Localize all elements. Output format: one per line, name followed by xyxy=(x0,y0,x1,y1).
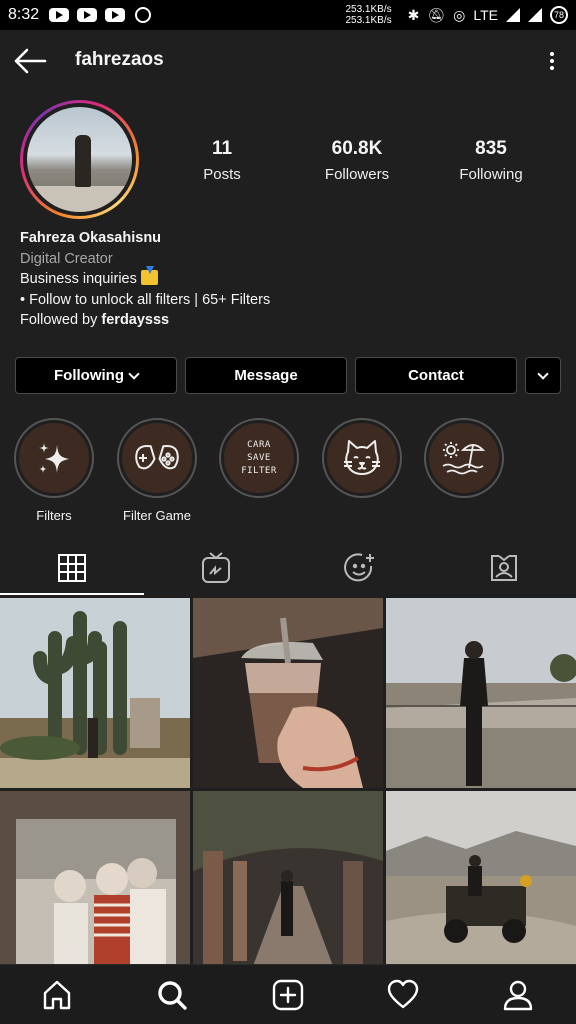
cat-icon xyxy=(344,440,380,475)
stat-label: Following xyxy=(459,166,523,183)
add-icon xyxy=(272,979,304,1011)
bottom-navigation xyxy=(0,964,576,1024)
post-thumbnail[interactable] xyxy=(386,791,576,966)
tab-tagged[interactable] xyxy=(432,540,576,596)
stat-label: Followers xyxy=(324,166,390,183)
highlight-filters[interactable]: Filters xyxy=(14,418,94,523)
avatar-image xyxy=(27,107,132,212)
nav-search[interactable] xyxy=(154,977,190,1013)
highlight-cara-save-filter[interactable]: CARA SAVE FILTER xyxy=(219,418,299,508)
nav-activity[interactable] xyxy=(385,977,421,1013)
chevron-down-icon xyxy=(537,367,549,380)
stat-label: Posts xyxy=(203,166,241,183)
mute-icon: 🔕︎ xyxy=(427,6,446,23)
youtube-icon xyxy=(49,8,70,22)
tagged-icon xyxy=(491,555,517,581)
highlight-cover-text: CARA SAVE FILTER xyxy=(241,439,277,476)
more-options-button[interactable] xyxy=(542,48,562,74)
whatsapp-icon xyxy=(135,7,152,23)
post-image xyxy=(386,598,576,788)
battery-icon: 78 xyxy=(550,6,568,24)
search-icon xyxy=(158,981,187,1010)
followed-by[interactable]: Followed by ferdaysss xyxy=(20,310,270,331)
post-image xyxy=(386,791,576,966)
profile-username: fahrezaos xyxy=(75,49,164,70)
status-time: 8:32 xyxy=(8,6,40,23)
stat-value: 11 xyxy=(211,138,233,159)
suggested-dropdown-button[interactable] xyxy=(525,357,561,394)
status-bar: 8:32 253.1KB/s 253.1KB/s ✱ 🔕︎ ◎ LTE 78 xyxy=(0,0,576,30)
highlight-beach[interactable] xyxy=(424,418,504,508)
post-image xyxy=(0,791,190,966)
highlight-cat[interactable] xyxy=(322,418,402,508)
speed-up: 253.1KB/s xyxy=(345,4,392,15)
hotspot-icon: ◎ xyxy=(453,6,466,23)
post-thumbnail[interactable] xyxy=(193,598,383,788)
effects-icon xyxy=(344,553,374,582)
top-bar: fahrezaos xyxy=(0,30,576,92)
gamepad-icon xyxy=(135,444,179,470)
profile-icon xyxy=(503,980,533,1011)
followers-count[interactable]: 60.8K Followers xyxy=(297,138,417,183)
nav-profile[interactable] xyxy=(500,977,536,1013)
youtube-icon xyxy=(77,8,98,22)
more-dot xyxy=(550,66,554,70)
grid-icon xyxy=(58,554,86,582)
network-speed: 253.1KB/s 253.1KB/s xyxy=(345,4,391,26)
tab-effects[interactable] xyxy=(288,540,432,596)
more-dot xyxy=(550,52,554,56)
bio-line: • Follow to unlock all filters | 65+ Fil… xyxy=(20,291,271,308)
youtube-icon xyxy=(105,8,126,22)
post-thumbnail[interactable] xyxy=(193,791,383,966)
post-thumbnail[interactable] xyxy=(0,791,190,966)
stat-value: 60.8K xyxy=(331,138,383,159)
following-button[interactable]: Following xyxy=(15,357,177,394)
post-thumbnail[interactable] xyxy=(386,598,576,788)
chevron-down-icon xyxy=(128,367,140,380)
back-arrow-icon xyxy=(14,48,47,74)
stat-value: 835 xyxy=(475,138,507,159)
signal-icon xyxy=(506,8,520,22)
back-button[interactable] xyxy=(12,46,48,76)
profile-avatar[interactable] xyxy=(20,100,139,219)
profile-tabs xyxy=(0,540,576,596)
heart-icon xyxy=(387,979,419,1009)
inbox-tray-icon xyxy=(140,266,158,285)
bio-line: Business inquiries xyxy=(20,266,270,290)
home-icon xyxy=(43,980,71,1010)
profile-bio: Fahreza Okasahisnu Digital Creator Busin… xyxy=(20,228,270,331)
more-dot xyxy=(550,59,554,63)
post-image xyxy=(193,791,383,966)
contact-button[interactable]: Contact xyxy=(355,357,517,394)
active-tab-indicator xyxy=(0,593,144,595)
nav-new-post[interactable] xyxy=(270,977,306,1013)
message-button[interactable]: Message xyxy=(185,357,347,394)
followed-by-user: ferdaysss xyxy=(101,312,170,328)
highlight-label: Filters xyxy=(36,508,72,523)
bluetooth-icon: ✱ xyxy=(407,6,420,23)
post-thumbnail[interactable] xyxy=(0,598,190,788)
post-image xyxy=(193,598,383,788)
tab-posts-grid[interactable] xyxy=(0,540,144,596)
following-count[interactable]: 835 Following xyxy=(431,138,551,183)
posts-count[interactable]: 11 Posts xyxy=(162,138,282,183)
highlight-label: Filter Game xyxy=(123,508,191,523)
nav-home[interactable] xyxy=(39,977,75,1013)
igtv-icon xyxy=(202,552,230,583)
tab-igtv[interactable] xyxy=(144,540,288,596)
beach-icon xyxy=(442,442,486,475)
highlight-filter-game[interactable]: Filter Game xyxy=(117,418,197,523)
following-label: Following xyxy=(54,367,124,384)
followed-by-prefix: Followed by xyxy=(20,312,102,328)
full-name: Fahreza Okasahisnu xyxy=(20,230,162,246)
network-type: LTE xyxy=(473,7,498,23)
sparkles-icon xyxy=(39,443,69,473)
post-image xyxy=(0,598,190,788)
signal-icon xyxy=(528,8,542,22)
bio-text: Business inquiries xyxy=(20,271,137,287)
speed-down: 253.1KB/s xyxy=(345,15,392,26)
